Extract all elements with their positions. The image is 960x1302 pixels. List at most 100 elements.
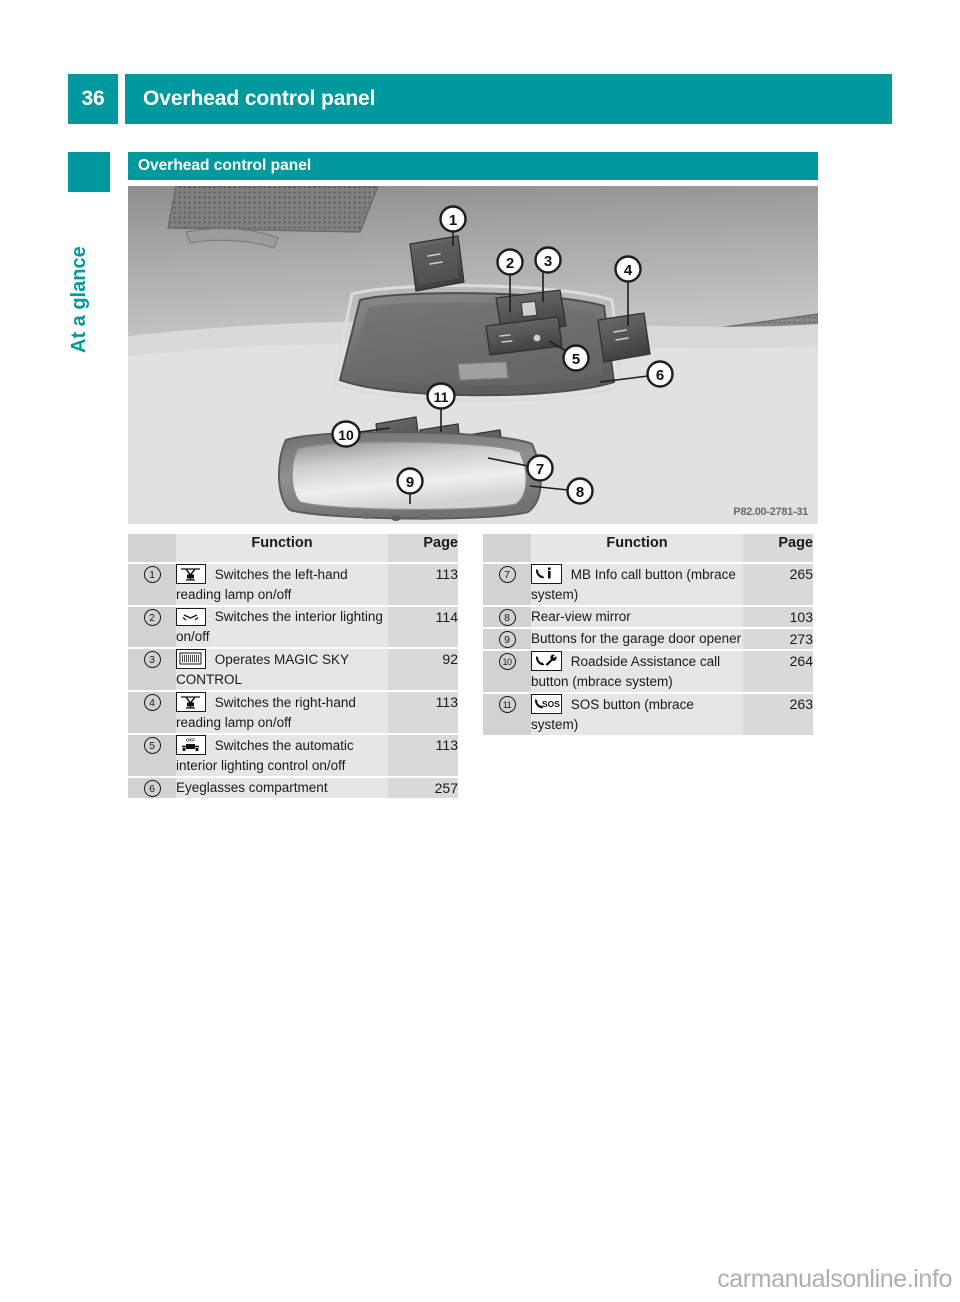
function-text: Switches the interior lighting on/off bbox=[176, 609, 383, 644]
function-table-left: Function Page 1 Switches the left-hand r… bbox=[128, 534, 458, 798]
circled-number: 7 bbox=[498, 566, 516, 583]
callout-number: 5 bbox=[128, 734, 176, 777]
svg-text:4: 4 bbox=[624, 262, 633, 279]
table-row: 9 Buttons for the garage door opener 273 bbox=[483, 628, 813, 650]
circled-number: 1 bbox=[143, 566, 161, 583]
illustration-reference-code: P82.00-2781-31 bbox=[733, 506, 808, 518]
svg-text:3: 3 bbox=[544, 253, 552, 270]
function-table-right: Function Page 7 MB Info call button (mbr… bbox=[483, 534, 813, 735]
page-reference: 113 bbox=[388, 563, 458, 606]
function-description: Rear-view mirror bbox=[531, 606, 743, 628]
phone-sos-icon: SOS bbox=[531, 694, 562, 714]
circled-number: 2 bbox=[143, 609, 161, 626]
overhead-control-panel-diagram: SOS bbox=[128, 186, 818, 524]
function-description: Operates MAGIC SKY CONTROL bbox=[176, 648, 388, 691]
column-header-page: Page bbox=[388, 534, 458, 563]
svg-text:8: 8 bbox=[576, 484, 584, 501]
function-text: Rear-view mirror bbox=[531, 609, 631, 624]
column-header-number bbox=[128, 534, 176, 563]
table-row: 10 Roadside Assistance call button (mbra… bbox=[483, 650, 813, 693]
page-reference: 263 bbox=[743, 693, 813, 735]
circled-number: 5 bbox=[143, 737, 161, 754]
function-description: Buttons for the garage door opener bbox=[531, 628, 743, 650]
column-header-function: Function bbox=[176, 534, 388, 563]
phone-info-icon bbox=[531, 564, 562, 584]
function-description: MB Info call button (mbrace system) bbox=[531, 563, 743, 606]
circled-number: 8 bbox=[498, 609, 516, 626]
function-text: Eyeglasses compartment bbox=[176, 780, 328, 795]
page-reference: 257 bbox=[388, 777, 458, 798]
callout-number: 9 bbox=[483, 628, 531, 650]
svg-text:OFF: OFF bbox=[186, 738, 195, 743]
table-row: 3 Operates MAGIC SKY CONTROL 92 bbox=[128, 648, 458, 691]
svg-text:5: 5 bbox=[572, 351, 580, 368]
callout-number: 4 bbox=[128, 691, 176, 734]
svg-text:11: 11 bbox=[434, 389, 449, 405]
chapter-label: At a glance bbox=[68, 246, 90, 354]
table-row: 6 Eyeglasses compartment 257 bbox=[128, 777, 458, 798]
circled-number: 11 bbox=[498, 696, 516, 713]
function-description: Switches the left-hand reading lamp on/o… bbox=[176, 563, 388, 606]
column-header-number bbox=[483, 534, 531, 563]
function-description: Eyeglasses compartment bbox=[176, 777, 388, 798]
table-row: 8 Rear-view mirror 103 bbox=[483, 606, 813, 628]
page-number: 36 bbox=[68, 74, 118, 124]
table-row: 7 MB Info call button (mbrace system) 26… bbox=[483, 563, 813, 606]
function-text: Buttons for the garage door opener bbox=[531, 631, 742, 646]
interior-lighting-icon bbox=[176, 608, 206, 626]
page-reference: 113 bbox=[388, 734, 458, 777]
svg-text:10: 10 bbox=[338, 427, 354, 443]
automatic-interior-lighting-off-icon: OFF bbox=[176, 735, 206, 755]
callout-number: 10 bbox=[483, 650, 531, 693]
circled-number: 4 bbox=[143, 694, 161, 711]
magic-sky-control-icon bbox=[176, 649, 206, 669]
function-description: Switches the interior lighting on/off bbox=[176, 606, 388, 648]
callout-number: 7 bbox=[483, 563, 531, 606]
callout-number: 8 bbox=[483, 606, 531, 628]
reading-lamp-icon bbox=[176, 692, 206, 712]
circled-number: 9 bbox=[498, 631, 516, 648]
table-row: 2 Switches the interior lighting on/off … bbox=[128, 606, 458, 648]
page-reference: 92 bbox=[388, 648, 458, 691]
svg-text:2: 2 bbox=[506, 255, 514, 272]
table-header-row: Function Page bbox=[128, 534, 458, 563]
table-row: 4 Switches the right-hand reading lamp o… bbox=[128, 691, 458, 734]
callout-number: 2 bbox=[128, 606, 176, 648]
svg-text:1: 1 bbox=[449, 212, 457, 229]
page-reference: 265 bbox=[743, 563, 813, 606]
header-divider bbox=[118, 74, 125, 124]
callout-number: 3 bbox=[128, 648, 176, 691]
page-reference: 114 bbox=[388, 606, 458, 648]
table-header-row: Function Page bbox=[483, 534, 813, 563]
svg-text:7: 7 bbox=[536, 461, 544, 478]
page-header: 36 Overhead control panel bbox=[68, 74, 892, 124]
callout-number: 6 bbox=[128, 777, 176, 798]
svg-text:SOS: SOS bbox=[542, 699, 560, 709]
phone-wrench-icon bbox=[531, 651, 562, 671]
page-title: Overhead control panel bbox=[125, 74, 892, 124]
callout-number: 1 bbox=[128, 563, 176, 606]
chapter-tab-marker bbox=[68, 152, 110, 192]
circled-number: 10 bbox=[498, 653, 516, 670]
section-heading: Overhead control panel bbox=[128, 152, 818, 180]
column-header-page: Page bbox=[743, 534, 813, 563]
site-watermark: carmanualsonline.info bbox=[717, 1265, 952, 1293]
page-reference: 103 bbox=[743, 606, 813, 628]
callout-number: 11 bbox=[483, 693, 531, 735]
reading-lamp-icon bbox=[176, 564, 206, 584]
circled-number: 3 bbox=[143, 651, 161, 668]
table-row: 11 SOS SOS button (mbrace system) 263 bbox=[483, 693, 813, 735]
function-description: Roadside Assistance call button (mbrace … bbox=[531, 650, 743, 693]
column-header-function: Function bbox=[531, 534, 743, 563]
function-description: OFF Switches the automatic interior ligh… bbox=[176, 734, 388, 777]
page-reference: 264 bbox=[743, 650, 813, 693]
table-row: 5 OFF Switches the automatic interior li… bbox=[128, 734, 458, 777]
circled-number: 6 bbox=[143, 780, 161, 797]
page-reference: 273 bbox=[743, 628, 813, 650]
function-description: SOS SOS button (mbrace system) bbox=[531, 693, 743, 735]
page-reference: 113 bbox=[388, 691, 458, 734]
function-description: Switches the right-hand reading lamp on/… bbox=[176, 691, 388, 734]
svg-text:6: 6 bbox=[656, 367, 664, 384]
svg-text:9: 9 bbox=[406, 474, 414, 491]
table-row: 1 Switches the left-hand reading lamp on… bbox=[128, 563, 458, 606]
